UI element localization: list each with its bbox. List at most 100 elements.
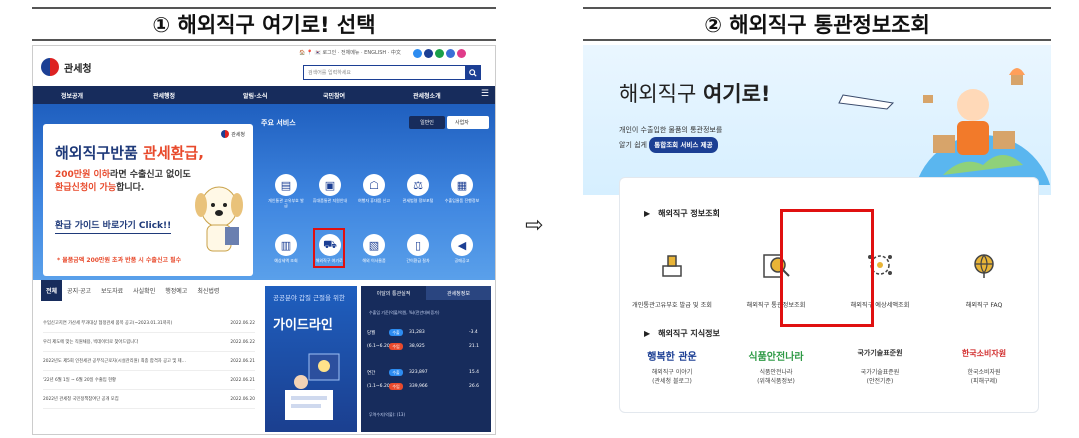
cargo-icon: ▦: [451, 174, 473, 196]
box-icon: ▧: [363, 234, 385, 256]
list-item[interactable]: 우리 제도에 맞는 직원채용, 빅데이터로 찾아드립니다 2022.06.22: [43, 333, 255, 352]
search-button[interactable]: [465, 65, 481, 80]
page-description: 개인이 수출입한 물품의 통관정보를 알기 쉽게 통합조회 서비스 제공: [619, 123, 722, 153]
step1-title: ① 해외직구 여기로! 선택: [152, 13, 376, 37]
direct-purchase-hero: 해외직구 여기로! 개인이 수출입한 물품의 통관정보를 알기 쉽게 통합조회 …: [583, 45, 1051, 195]
step1-header: ① 해외직구 여기로! 선택: [32, 7, 496, 41]
service-auction[interactable]: ◀ 공매공고: [443, 234, 481, 263]
bottom-section: 전체 공지·공고 보도자료 사실확인 행정예고 최신법령 수입신고지연 가산세 …: [33, 280, 495, 434]
guideline-subtitle: 공공분야 갑질 근절을 위한: [273, 294, 345, 302]
mascot-dog-illustration: [195, 186, 243, 252]
nav-item-news[interactable]: 알림·소식: [243, 91, 267, 100]
search-icon: [469, 68, 477, 77]
knowledge-customs-blog[interactable]: 행복한 관운 해외직구 이야기 (관세청 블로그): [624, 348, 720, 386]
guideline-banner[interactable]: 공공분야 갑질 근절을 위한 가이드라인: [265, 286, 357, 432]
luggage-icon: ▣: [319, 174, 341, 196]
twitter-icon[interactable]: [424, 49, 433, 58]
knowledge-kats[interactable]: 국가기술표준원 국가기술표준원 (안전기준): [832, 348, 928, 386]
passenger-icon: ☖: [363, 174, 385, 196]
section-knowledge-title: 해외직구 지식정보: [644, 328, 720, 339]
guideline-title: 가이드라인: [273, 318, 333, 333]
taegeuk-logo-icon: [41, 58, 59, 76]
knowledge-consumer-agency[interactable]: 한국소비자원 한국소비자원 (피해구제): [936, 348, 1032, 386]
service-law[interactable]: ⚖ 관세법령 정보포털: [399, 174, 437, 203]
list-item[interactable]: 2022년 관세청 국민정책참여단 공개 모집 2022.06.20: [43, 390, 255, 409]
list-item[interactable]: 수입신고지연 가산세 부과대상 협정관세 품목 공고(~2023.01.31까지…: [43, 314, 255, 333]
tab-press[interactable]: 보도자료: [96, 280, 128, 301]
stamp-icon: [655, 248, 689, 282]
step2-title: ② 해외직구 통관정보조회: [704, 13, 930, 37]
tab-all[interactable]: 전체: [41, 280, 63, 301]
facebook-icon[interactable]: [413, 49, 422, 58]
nav-item-about[interactable]: 관세청소개: [413, 91, 441, 100]
site-header: 관세청 🏠 📍 🇰🇷 로그인 · 전체메뉴 · ENGLISH · 中文 검색어…: [33, 46, 495, 86]
list-item[interactable]: '22년 6월 1일 ~ 6월 20일 수출입 현황 2022.06.21: [43, 371, 255, 390]
instagram-icon[interactable]: [457, 49, 466, 58]
site-logo[interactable]: 관세청: [41, 58, 92, 76]
banner-title: 해외직구반품 관세환급,: [55, 144, 204, 162]
main-navigation: 정보공개 관세행정 알림·소식 국민참여 관세청소개 ☰: [33, 86, 495, 104]
banner-logo: 관세청: [221, 130, 245, 138]
screenshot-root: ① 해외직구 여기로! 선택 ② 해외직구 통관정보조회 ⇨ 관세청 🏠 📍 🇰…: [0, 0, 1079, 438]
hamburger-menu-icon[interactable]: ☰: [481, 89, 489, 99]
knowledge-food-safety[interactable]: 식품안전나라 식품안전나라 (위해식품정보): [728, 348, 824, 386]
tab-law[interactable]: 최신법령: [192, 280, 224, 301]
item-customs-code[interactable]: 개인통관고유부호 발급 및 조회: [624, 248, 720, 309]
service-card: 해외직구 정보조회 개인통관고유부호 발급 및 조회 해외직구 통관정보조회 해…: [619, 177, 1039, 413]
id-card-icon: ▤: [275, 174, 297, 196]
guideline-illustration: [285, 353, 340, 420]
trade-stats-panel: 이달의 통관실적 관세청정보 수출입 기준(억불/억원, %)(전년대비증가) …: [361, 286, 491, 432]
utility-links[interactable]: 🏠 📍 🇰🇷 로그인 · 전체메뉴 · ENGLISH · 中文: [299, 49, 401, 56]
integrated-service-badge: 통합조회 서비스 제공: [649, 137, 718, 153]
toggle-business[interactable]: 사업자: [447, 116, 489, 129]
notice-tabs: 전체 공지·공고 보도자료 사실확인 행정예고 최신법령: [41, 280, 224, 301]
banner-line1: 200만원 이하라면 수출신고 없이도: [55, 170, 191, 180]
news-list: 수입신고지연 가산세 부과대상 협정관세 품목 공고(~2023.01.31까지…: [43, 314, 255, 409]
section-info-title: 해외직구 정보조회: [644, 208, 720, 219]
tab-factcheck[interactable]: 사실확인: [128, 280, 160, 301]
megaphone-icon: ◀: [451, 234, 473, 256]
search-input[interactable]: 검색어를 입력하세요: [303, 65, 478, 80]
trade-header: 수출입 기준(억불/억원, %)(전년대비증가): [369, 310, 440, 315]
service-cargo[interactable]: ▦ 수출입물품 진행정보: [443, 174, 481, 203]
tab-admin-notice[interactable]: 행정예고: [160, 280, 192, 301]
banner-note: * 물품금액 200만원 초과 반품 시 수출신고 필수: [57, 257, 182, 264]
customs-homepage: 관세청 🏠 📍 🇰🇷 로그인 · 전체메뉴 · ENGLISH · 中文 검색어…: [32, 45, 496, 435]
list-item[interactable]: 2022년도 제5회 인천세관 공무직근로자(시설관리원) 최종 합격자 공고 …: [43, 352, 255, 371]
service-moving[interactable]: ▧ 해외 이사물품: [355, 234, 393, 263]
trade-tabs: 이달의 통관실적 관세청정보: [361, 286, 491, 300]
refund-guide-link[interactable]: 환급 가이드 바로가기 Click!!: [55, 218, 172, 234]
sns-links: [413, 49, 466, 58]
banner-line2: 환급신청이 가능합니다.: [55, 183, 145, 193]
logo-text: 관세청: [64, 63, 92, 75]
nav-item-admin[interactable]: 관세행정: [153, 91, 175, 100]
globe-icon: [967, 248, 1001, 282]
refund-icon: ▯: [407, 234, 429, 256]
service-calculator[interactable]: ▥ 예상세액 조회: [267, 234, 305, 263]
law-icon: ⚖: [407, 174, 429, 196]
blog-icon[interactable]: [435, 49, 444, 58]
service-refund[interactable]: ▯ 간이환급 절차: [399, 234, 437, 263]
taegeuk-logo-icon: [221, 130, 230, 138]
tab-monthly-trade[interactable]: 이달의 통관실적: [361, 286, 426, 300]
tab-customs-info[interactable]: 관세청정보: [426, 286, 491, 300]
nav-item-disclosure[interactable]: 정보공개: [61, 91, 83, 100]
services-title: 주요 서비스: [261, 119, 296, 127]
main-services-panel: 주요 서비스 일반인 사업자 ▤ 개인통관 고유부호 발급 ▣ 휴대품통관 지원안내…: [259, 110, 491, 274]
tab-notice[interactable]: 공지·공고: [62, 280, 96, 301]
highlight-box: [780, 209, 874, 327]
arrow-right-icon: ⇨: [525, 213, 544, 238]
calculator-icon: ▥: [275, 234, 297, 256]
refund-banner[interactable]: 관세청 해외직구반품 관세환급, 200만원 이하라면 수출신고 없이도 환급신…: [43, 124, 253, 276]
nav-item-participation[interactable]: 국민참여: [323, 91, 345, 100]
highlight-box: [313, 228, 345, 268]
service-passenger[interactable]: ☖ 여행자 휴대품 신고: [355, 174, 393, 203]
hero-illustration: [838, 68, 1051, 185]
toggle-individual[interactable]: 일반인: [409, 116, 445, 129]
step2-header: ② 해외직구 통관정보조회: [583, 7, 1051, 41]
item-faq[interactable]: 해외직구 FAQ: [936, 248, 1032, 309]
service-luggage[interactable]: ▣ 휴대품통관 지원안내: [311, 174, 349, 203]
kakao-icon[interactable]: [446, 49, 455, 58]
direct-purchase-page: 해외직구 여기로! 개인이 수출입한 물품의 통관정보를 알기 쉽게 통합조회 …: [583, 45, 1051, 422]
service-id-card[interactable]: ▤ 개인통관 고유부호 발급: [267, 174, 305, 208]
